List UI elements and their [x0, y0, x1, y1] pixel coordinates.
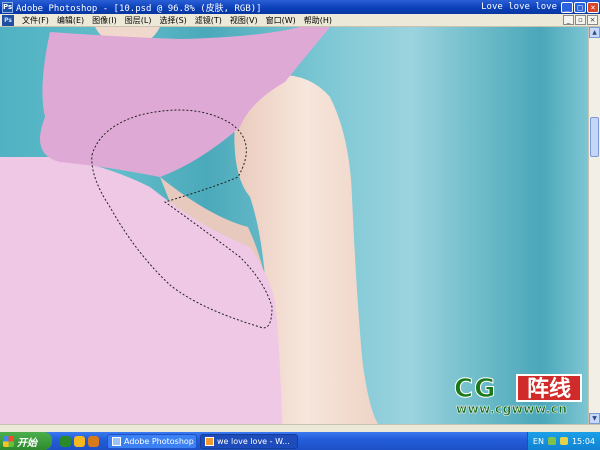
quick-launch	[60, 435, 99, 447]
task-photoshop-label: Adobe Photoshop ...	[124, 436, 197, 446]
clock[interactable]: 15:04	[572, 437, 595, 446]
start-label: 开始	[17, 437, 37, 449]
window-controls: _ □ ×	[561, 1, 599, 13]
maximize-icon[interactable]: □	[574, 1, 586, 13]
task-browser-label: we love love - W...	[217, 436, 290, 446]
desktop-icon[interactable]	[60, 435, 71, 447]
menu-file[interactable]: 文件(F)	[18, 15, 53, 26]
doc-close-icon[interactable]: ×	[587, 15, 598, 25]
taskbar: 开始 Adobe Photoshop ... we love love - W.…	[0, 432, 600, 450]
canvas-artwork	[0, 27, 378, 424]
title-bar: Ps Adobe Photoshop - [10.psd @ 96.8% (皮肤…	[0, 0, 600, 14]
menu-select[interactable]: 选择(S)	[155, 15, 190, 26]
menu-help[interactable]: 帮助(H)	[300, 15, 336, 26]
system-tray: EN 15:04	[526, 432, 600, 450]
watermark-cg: CG	[453, 374, 497, 405]
menu-view[interactable]: 视图(V)	[226, 15, 262, 26]
scroll-down-icon[interactable]: ▼	[589, 413, 600, 424]
vertical-scrollbar[interactable]: ▲ ▼	[588, 27, 600, 424]
cg-watermark-logo: CG 阵线 www.cgwww.cn	[452, 374, 586, 418]
watermark-cn: 阵线	[516, 374, 582, 402]
window-title: Adobe Photoshop - [10.psd @ 96.8% (皮肤, R…	[16, 3, 262, 14]
photoshop-task-icon	[112, 436, 121, 446]
close-icon[interactable]: ×	[587, 1, 599, 13]
browser-task-icon	[205, 436, 214, 446]
menu-window[interactable]: 窗口(W)	[262, 15, 300, 26]
menu-edit[interactable]: 编辑(E)	[53, 15, 88, 26]
doc-minimize-icon[interactable]: _	[563, 15, 574, 25]
document-controls: _ ▫ ×	[563, 15, 598, 25]
media-icon[interactable]	[88, 435, 99, 447]
menu-filter[interactable]: 滤镜(T)	[191, 15, 226, 26]
task-browser[interactable]: we love love - W...	[200, 433, 298, 449]
menu-image[interactable]: 图像(I)	[88, 15, 121, 26]
photoshop-logo-icon: Ps	[2, 14, 14, 26]
windows-flag-icon	[3, 435, 14, 447]
photoshop-app-icon: Ps	[2, 1, 13, 13]
task-photoshop[interactable]: Adobe Photoshop ...	[107, 433, 197, 449]
menu-layer[interactable]: 图层(L)	[121, 15, 156, 26]
minimize-icon[interactable]: _	[561, 1, 573, 13]
document-canvas[interactable]	[0, 27, 588, 424]
volume-icon[interactable]	[559, 437, 568, 445]
explorer-icon[interactable]	[74, 435, 85, 447]
window-right-title: Love love love	[481, 2, 557, 12]
start-button[interactable]: 开始	[0, 432, 52, 450]
watermark-url: www.cgwww.cn	[456, 402, 568, 417]
network-icon[interactable]	[547, 437, 556, 445]
horizontal-scrollbar[interactable]	[0, 424, 600, 432]
menu-bar: Ps 文件(F) 编辑(E) 图像(I) 图层(L) 选择(S) 滤镜(T) 视…	[0, 14, 600, 27]
language-indicator[interactable]: EN	[533, 437, 544, 446]
shirt-body	[0, 157, 282, 424]
doc-restore-icon[interactable]: ▫	[575, 15, 586, 25]
scroll-thumb[interactable]	[590, 117, 599, 157]
scroll-up-icon[interactable]: ▲	[589, 27, 600, 38]
